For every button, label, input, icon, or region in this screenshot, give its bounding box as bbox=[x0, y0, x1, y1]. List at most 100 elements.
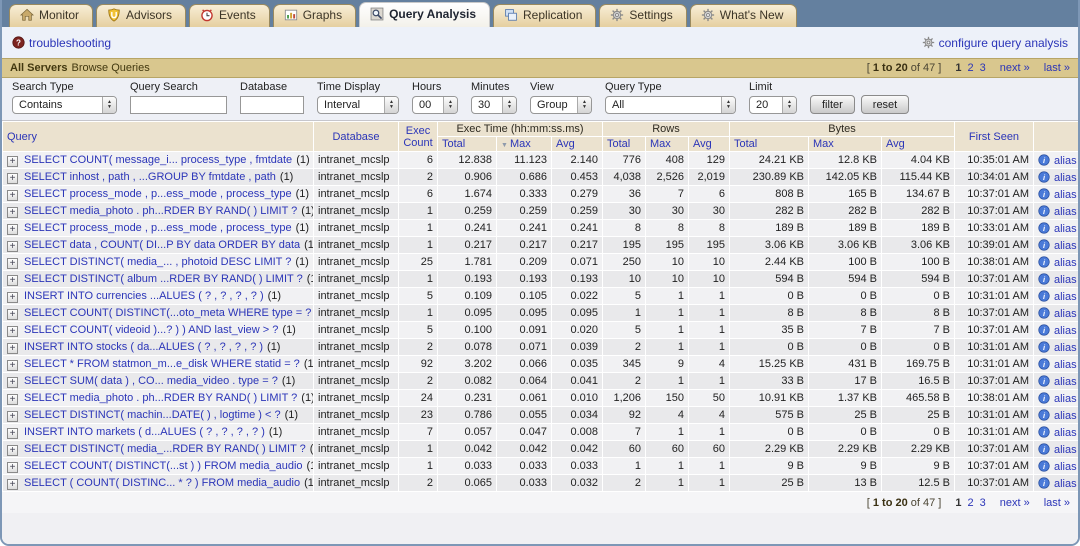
query-link[interactable]: SELECT * FROM statmon_m...e_disk WHERE s… bbox=[24, 358, 300, 370]
page-link-3[interactable]: 3 bbox=[980, 497, 986, 509]
query-link[interactable]: SELECT COUNT( message_i... process_type … bbox=[24, 154, 292, 166]
page-link-2[interactable]: 2 bbox=[967, 497, 973, 509]
expand-row-icon[interactable]: + bbox=[7, 445, 18, 456]
col-header-database[interactable]: Database bbox=[314, 122, 398, 151]
database-input[interactable] bbox=[240, 96, 304, 114]
hours-select[interactable]: 00 ▲▼ bbox=[412, 96, 458, 114]
tab-settings[interactable]: Settings bbox=[599, 4, 686, 27]
col-header-rows-total[interactable]: Total bbox=[603, 137, 645, 151]
expand-row-icon[interactable]: + bbox=[7, 394, 18, 405]
alias-link[interactable]: alias bbox=[1054, 359, 1077, 371]
page-link-2[interactable]: 2 bbox=[967, 62, 973, 74]
tab-graphs[interactable]: Graphs bbox=[273, 4, 356, 27]
last-page-link[interactable]: last » bbox=[1044, 62, 1070, 74]
expand-row-icon[interactable]: + bbox=[7, 428, 18, 439]
query-link[interactable]: SELECT ( COUNT( DISTINC... * ? ) FROM me… bbox=[24, 477, 300, 489]
alias-link[interactable]: alias bbox=[1054, 376, 1077, 388]
tab-query-analysis[interactable]: Query Analysis bbox=[359, 2, 490, 27]
alias-link[interactable]: alias bbox=[1054, 274, 1077, 286]
expand-row-icon[interactable]: + bbox=[7, 360, 18, 371]
query-type-select[interactable]: All ▲▼ bbox=[605, 96, 736, 114]
alias-link[interactable]: alias bbox=[1054, 461, 1077, 473]
expand-row-icon[interactable]: + bbox=[7, 275, 18, 286]
filter-button[interactable]: filter bbox=[810, 95, 855, 114]
expand-row-icon[interactable]: + bbox=[7, 411, 18, 422]
query-link[interactable]: SELECT inhost , path , ...GROUP BY fmtda… bbox=[24, 171, 276, 183]
alias-link[interactable]: alias bbox=[1054, 342, 1077, 354]
alias-link[interactable]: alias bbox=[1054, 291, 1077, 303]
query-link[interactable]: SELECT COUNT( DISTINCT(...oto_meta WHERE… bbox=[24, 307, 311, 319]
expand-row-icon[interactable]: + bbox=[7, 377, 18, 388]
query-link[interactable]: INSERT INTO currencies ...ALUES ( ? , ? … bbox=[24, 290, 264, 302]
col-header-bytes-avg[interactable]: Avg bbox=[882, 137, 954, 151]
expand-row-icon[interactable]: + bbox=[7, 462, 18, 473]
query-link[interactable]: SELECT media_photo . ph...RDER BY RAND( … bbox=[24, 205, 297, 217]
alias-link[interactable]: alias bbox=[1054, 478, 1077, 490]
expand-row-icon[interactable]: + bbox=[7, 309, 18, 320]
col-header-first-seen[interactable]: First Seen bbox=[955, 122, 1033, 151]
last-page-link[interactable]: last » bbox=[1044, 497, 1070, 509]
query-search-input[interactable] bbox=[130, 96, 227, 114]
alias-link[interactable]: alias bbox=[1054, 240, 1077, 252]
alias-link[interactable]: alias bbox=[1054, 172, 1077, 184]
page-link-3[interactable]: 3 bbox=[980, 62, 986, 74]
reset-button[interactable]: reset bbox=[861, 95, 909, 114]
col-header-exec-count[interactable]: Exec Count bbox=[399, 122, 437, 151]
tab-advisors[interactable]: Advisors bbox=[96, 4, 186, 27]
tab-events[interactable]: Events bbox=[189, 4, 270, 27]
expand-row-icon[interactable]: + bbox=[7, 156, 18, 167]
query-link[interactable]: SELECT DISTINCT( media_... , photoid DES… bbox=[24, 256, 291, 268]
alias-link[interactable]: alias bbox=[1054, 223, 1077, 235]
alias-link[interactable]: alias bbox=[1054, 189, 1077, 201]
query-link[interactable]: SELECT COUNT( videoid )...? ) ) AND last… bbox=[24, 324, 278, 336]
time-display-select[interactable]: Interval ▲▼ bbox=[317, 96, 399, 114]
alias-link[interactable]: alias bbox=[1054, 393, 1077, 405]
query-link[interactable]: SELECT SUM( data ) , CO... media_video .… bbox=[24, 375, 278, 387]
query-link[interactable]: INSERT INTO stocks ( da...ALUES ( ? , ? … bbox=[24, 341, 263, 353]
search-type-select[interactable]: Contains ▲▼ bbox=[12, 96, 117, 114]
configure-query-analysis-link[interactable]: configure query analysis bbox=[939, 36, 1068, 50]
col-header-exec-time-total[interactable]: Total bbox=[438, 137, 496, 151]
query-link[interactable]: SELECT process_mode , p...ess_mode , pro… bbox=[24, 188, 292, 200]
col-header-rows-max[interactable]: Max bbox=[646, 137, 688, 151]
next-page-link[interactable]: next » bbox=[1000, 62, 1030, 74]
col-header-query[interactable]: Query bbox=[3, 122, 313, 151]
expand-row-icon[interactable]: + bbox=[7, 479, 18, 490]
query-link[interactable]: SELECT DISTINCT( machin...DATE( ) , logt… bbox=[24, 409, 281, 421]
query-link[interactable]: SELECT data , COUNT( DI...P BY data ORDE… bbox=[24, 239, 300, 251]
tab-replication[interactable]: Replication bbox=[493, 4, 596, 27]
query-link[interactable]: INSERT INTO markets ( d...ALUES ( ? , ? … bbox=[24, 426, 265, 438]
expand-row-icon[interactable]: + bbox=[7, 241, 18, 252]
tab-monitor[interactable]: Monitor bbox=[9, 4, 93, 27]
minutes-select[interactable]: 30 ▲▼ bbox=[471, 96, 517, 114]
next-page-link[interactable]: next » bbox=[1000, 497, 1030, 509]
col-header-exec-time-avg[interactable]: Avg bbox=[552, 137, 602, 151]
alias-link[interactable]: alias bbox=[1054, 325, 1077, 337]
expand-row-icon[interactable]: + bbox=[7, 258, 18, 269]
expand-row-icon[interactable]: + bbox=[7, 207, 18, 218]
expand-row-icon[interactable]: + bbox=[7, 326, 18, 337]
col-header-bytes-max[interactable]: Max bbox=[809, 137, 881, 151]
col-header-bytes-total[interactable]: Total bbox=[730, 137, 808, 151]
query-link[interactable]: SELECT process_mode , p...ess_mode , pro… bbox=[24, 222, 292, 234]
query-link[interactable]: SELECT media_photo . ph...RDER BY RAND( … bbox=[24, 392, 297, 404]
limit-select[interactable]: 20 ▲▼ bbox=[749, 96, 797, 114]
alias-link[interactable]: alias bbox=[1054, 427, 1077, 439]
alias-link[interactable]: alias bbox=[1054, 444, 1077, 456]
expand-row-icon[interactable]: + bbox=[7, 292, 18, 303]
alias-link[interactable]: alias bbox=[1054, 257, 1077, 269]
expand-row-icon[interactable]: + bbox=[7, 173, 18, 184]
expand-row-icon[interactable]: + bbox=[7, 343, 18, 354]
query-link[interactable]: SELECT DISTINCT( album ...RDER BY RAND( … bbox=[24, 273, 303, 285]
troubleshooting-link[interactable]: troubleshooting bbox=[29, 36, 111, 50]
alias-link[interactable]: alias bbox=[1054, 410, 1077, 422]
alias-link[interactable]: alias bbox=[1054, 155, 1077, 167]
query-link[interactable]: SELECT COUNT( DISTINCT(...st ) ) FROM me… bbox=[24, 460, 303, 472]
tab-what-s-new[interactable]: What's New bbox=[690, 4, 798, 27]
col-header-exec-time-max[interactable]: ▼Max bbox=[497, 137, 551, 151]
col-header-rows-avg[interactable]: Avg bbox=[689, 137, 729, 151]
expand-row-icon[interactable]: + bbox=[7, 224, 18, 235]
expand-row-icon[interactable]: + bbox=[7, 190, 18, 201]
alias-link[interactable]: alias bbox=[1054, 206, 1077, 218]
alias-link[interactable]: alias bbox=[1054, 308, 1077, 320]
